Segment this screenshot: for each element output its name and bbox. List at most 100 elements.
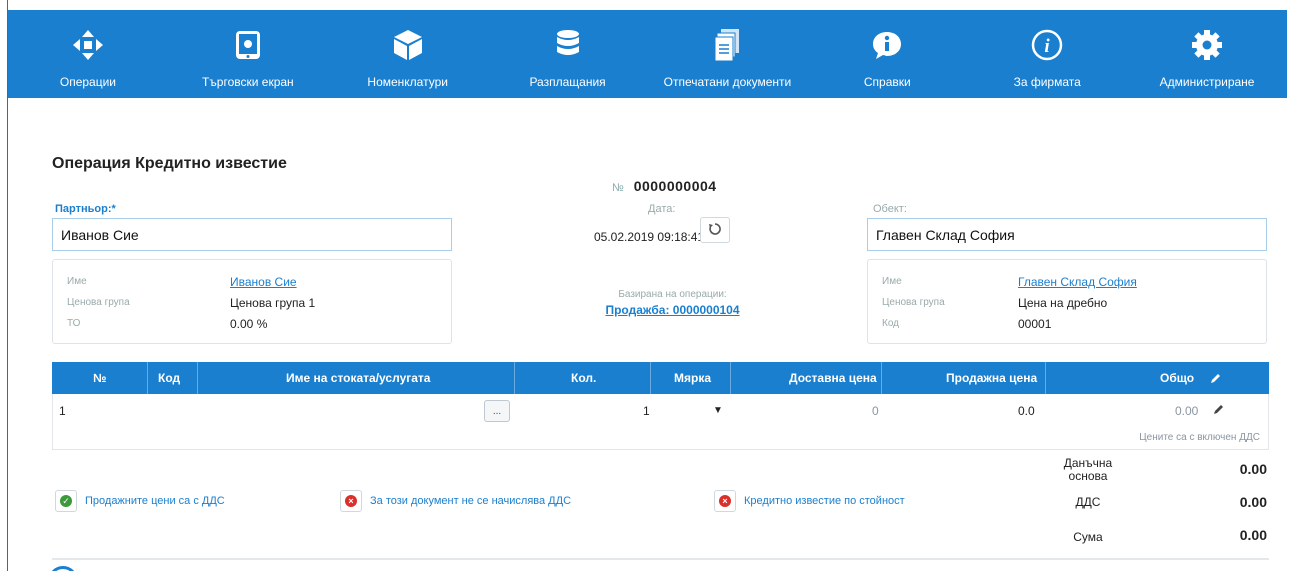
table-row[interactable]: 1 ... 1 ▼ 0 0.0 0.00 Цените са с включен… (52, 394, 1269, 450)
col-delivery-price[interactable]: Доставна цена (789, 362, 877, 394)
database-icon (555, 28, 581, 62)
select-item-button[interactable]: ... (484, 400, 510, 422)
obekt-code-value: 00001 (1018, 317, 1052, 331)
row-qty[interactable]: 1 (643, 404, 650, 418)
obekt-code-row: Код 00001 (882, 317, 1051, 331)
nav-administration[interactable]: Администриране (1127, 10, 1287, 98)
col-code[interactable]: Код (158, 362, 180, 394)
nav-label: Търговски екран (201, 75, 294, 89)
row-total: 0.00 (1175, 404, 1199, 418)
prices-vat-note: Цените са с включен ДДС (1139, 432, 1260, 443)
action-button-edge[interactable] (48, 566, 78, 571)
price-group-value: Ценова група 1 (230, 296, 316, 310)
vat-prices-toggle[interactable]: ✓ (55, 490, 77, 512)
to-label: ТО (67, 318, 81, 329)
nav-printed-documents[interactable]: Отпечатани документи (648, 10, 808, 98)
edit-row-icon[interactable] (1213, 404, 1224, 418)
col-divider (1045, 362, 1046, 394)
svg-text:i: i (1045, 36, 1051, 57)
nav-label: Номенклатури (367, 75, 448, 89)
vat-prices-option[interactable]: ✓ Продажните цени са с ДДС (55, 490, 225, 512)
col-divider (147, 362, 148, 394)
col-divider (650, 362, 651, 394)
info-circle-icon: i (1031, 28, 1063, 62)
nav-label: Справки (863, 75, 911, 89)
tablet-icon (235, 28, 261, 62)
credit-by-value-label: Кредитно известие по стойност (744, 495, 905, 507)
col-unit[interactable]: Мярка (674, 362, 711, 394)
vat-label: ДДС (1075, 495, 1101, 509)
check-icon: ✓ (60, 495, 72, 507)
nav-operations[interactable]: Операции (8, 10, 168, 98)
partner-input[interactable]: Иванов Сие (52, 218, 452, 251)
sum-value: 0.00 (1239, 527, 1267, 543)
tax-base-label: Данъчна основа (1063, 456, 1113, 483)
footer-divider (52, 558, 1269, 560)
col-divider (881, 362, 882, 394)
row-sale-price[interactable]: 0.0 (1018, 404, 1035, 418)
row-delivery-price: 0 (872, 404, 879, 418)
cube-icon (392, 28, 424, 62)
partner-name-link[interactable]: Иванов Сие (230, 275, 297, 289)
unit-dropdown-arrow[interactable]: ▼ (713, 405, 723, 416)
partner-to-row: ТО 0.00 % (67, 317, 267, 331)
nav-about-company[interactable]: i За фирмата (967, 10, 1127, 98)
no-vat-option[interactable]: × За този документ не се начислява ДДС (340, 490, 571, 512)
refresh-icon (709, 222, 721, 238)
documents-icon (713, 28, 741, 62)
no-vat-label: За този документ не се начислява ДДС (370, 495, 572, 507)
nav-label: Операции (59, 75, 116, 89)
main-nav: Операции Търговски екран Номенклатури Ра… (8, 10, 1287, 98)
vat-value: 0.00 (1239, 494, 1267, 510)
items-table-header: № Код Име на стоката/услугата Кол. Мярка… (52, 362, 1269, 394)
based-on-operations: Базирана на операции: Продажба: 00000001… (590, 289, 755, 317)
to-value: 0.00 % (230, 317, 268, 331)
col-divider (514, 362, 515, 394)
refresh-date-button[interactable] (700, 217, 730, 243)
edit-columns-icon[interactable] (1210, 362, 1221, 394)
gear-icon (1191, 28, 1223, 62)
vat-prices-label: Продажните цени са с ДДС (85, 495, 225, 507)
col-qty[interactable]: Кол. (571, 362, 596, 394)
arrows-move-icon (71, 28, 105, 62)
nav-label: Отпечатани документи (663, 75, 792, 89)
obekt-label: Обект: (873, 203, 907, 215)
info-bubble-icon (871, 28, 903, 62)
col-sale-price[interactable]: Продажна цена (946, 362, 1037, 394)
page-title: Операция Кредитно известие (52, 155, 287, 172)
partner-label: Партньор:* (55, 203, 116, 215)
nav-label: Администриране (1159, 75, 1255, 89)
close-icon: × (345, 495, 357, 507)
date-label: Дата: (648, 203, 676, 215)
nav-reports[interactable]: Справки (807, 10, 967, 98)
credit-by-value-toggle[interactable]: × (714, 490, 736, 512)
nav-trade-screen[interactable]: Търговски екран (168, 10, 328, 98)
nav-payments[interactable]: Разплащания (488, 10, 648, 98)
date-value[interactable]: 05.02.2019 09:18:41 (594, 230, 704, 244)
col-num[interactable]: № (93, 362, 106, 394)
partner-info-card: Име Иванов Сие Ценова група Ценова група… (52, 259, 452, 344)
nav-nomenclatures[interactable]: Номенклатури (328, 10, 488, 98)
number-value: 0000000004 (633, 178, 717, 194)
obekt-info-card: Име Главен Склад София Ценова група Цена… (867, 259, 1267, 344)
obekt-name-row: Име Главен Склад София (882, 275, 1137, 289)
based-on-link[interactable]: Продажба: 0000000104 (590, 303, 755, 317)
window-top-strip (8, 0, 1287, 10)
document-number: № 0000000004 (612, 178, 717, 194)
obekt-input[interactable]: Главен Склад София (867, 218, 1267, 251)
price-group-label: Ценова група (67, 297, 130, 308)
obekt-code-label: Код (882, 318, 900, 329)
obekt-name-link[interactable]: Главен Склад София (1018, 275, 1137, 289)
row-num: 1 (59, 404, 66, 418)
col-total[interactable]: Общо (1160, 362, 1194, 394)
no-vat-toggle[interactable]: × (340, 490, 362, 512)
left-border (0, 0, 8, 571)
partner-name-label: Име (67, 276, 87, 287)
credit-by-value-option[interactable]: × Кредитно известие по стойност (714, 490, 905, 512)
number-prefix: № (612, 182, 624, 194)
nav-label: Разплащания (529, 75, 606, 89)
close-icon: × (719, 495, 731, 507)
nav-label: За фирмата (1013, 75, 1081, 89)
col-name[interactable]: Име на стоката/услугата (286, 362, 430, 394)
obekt-price-group-value: Цена на дребно (1018, 296, 1108, 310)
